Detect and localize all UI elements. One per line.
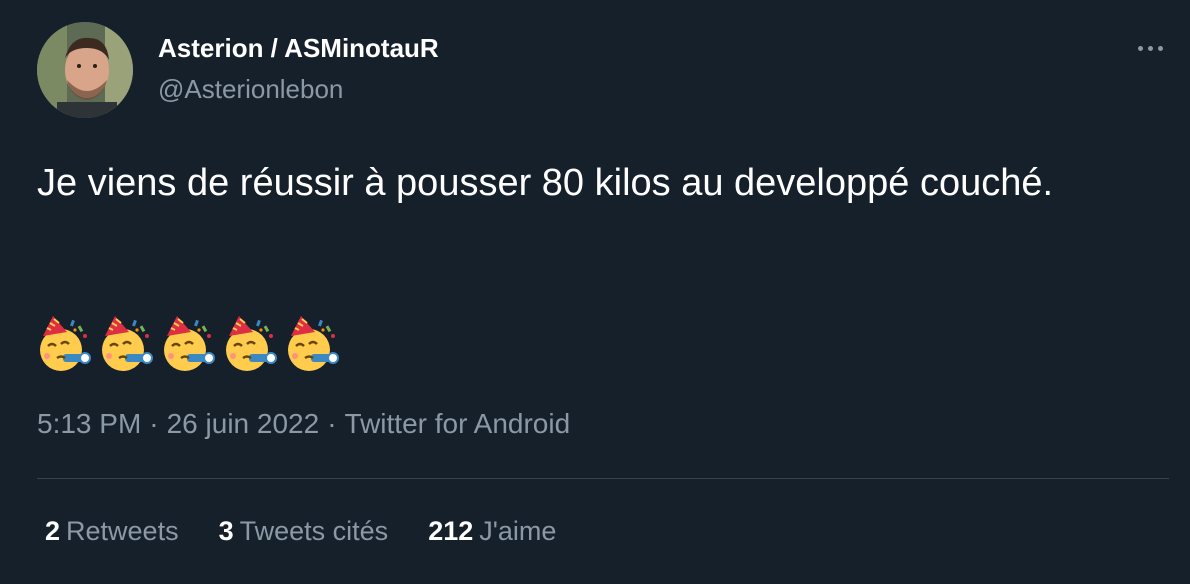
tweet-stats: 2 Retweets 3 Tweets cités 212 J'aime (45, 516, 556, 547)
partying-face-icon (37, 314, 93, 374)
quote-tweets-label: Tweets cités (239, 516, 389, 546)
quote-tweets-count: 3 (218, 516, 234, 546)
tweet-time[interactable]: 5:13 PM (37, 408, 141, 439)
partying-face-icon (285, 314, 341, 374)
author-display-name[interactable]: Asterion / ASMinotauR (158, 33, 439, 64)
avatar[interactable] (37, 22, 133, 118)
separator: · (149, 408, 159, 439)
tweet-card: Asterion / ASMinotauR @Asterionlebon Je … (0, 0, 1190, 584)
tweet-date[interactable]: 26 juin 2022 (167, 408, 320, 439)
partying-face-icon (99, 314, 155, 374)
partying-face-icon (223, 314, 279, 374)
likes-stat[interactable]: 212 J'aime (428, 516, 556, 547)
separator: · (327, 408, 337, 439)
tweet-source[interactable]: Twitter for Android (345, 408, 571, 439)
avatar-image (37, 22, 133, 118)
author-handle[interactable]: @Asterionlebon (158, 74, 343, 105)
likes-label: J'aime (479, 516, 557, 546)
retweets-label: Retweets (66, 516, 179, 546)
dot (1137, 45, 1143, 51)
emoji-row (37, 314, 341, 374)
partying-face-icon (161, 314, 217, 374)
dot (1157, 45, 1163, 51)
retweets-stat[interactable]: 2 Retweets (45, 516, 179, 547)
likes-count: 212 (428, 516, 474, 546)
tweet-metadata: 5:13 PM · 26 juin 2022 · Twitter for Android (37, 408, 570, 440)
dot (1147, 45, 1153, 51)
tweet-text: Je viens de réussir à pousser 80 kilos a… (37, 162, 1054, 204)
retweets-count: 2 (45, 516, 61, 546)
quote-tweets-stat[interactable]: 3 Tweets cités (219, 516, 389, 547)
more-options-icon[interactable] (1130, 36, 1170, 60)
divider (37, 478, 1169, 479)
